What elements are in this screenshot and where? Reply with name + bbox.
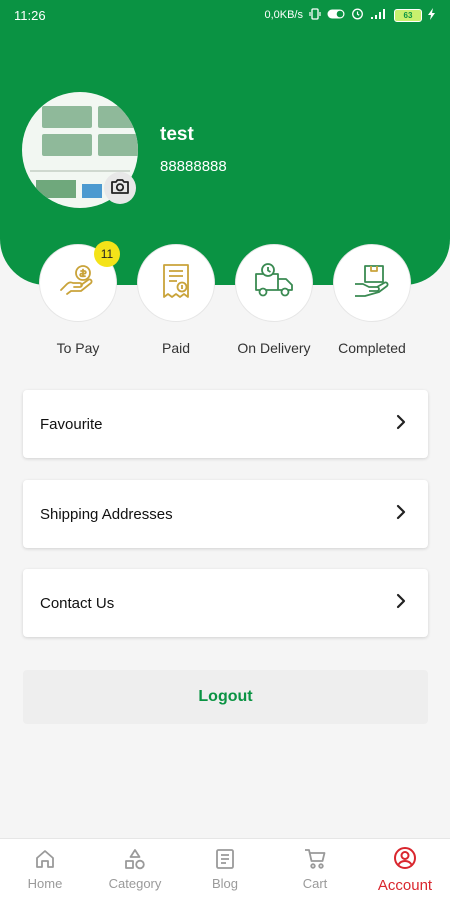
menu-shipping-addresses-label: Shipping Addresses	[40, 505, 173, 523]
avatar-image-tile	[42, 134, 92, 156]
avatar-container	[22, 92, 138, 208]
vibrate-icon	[309, 7, 321, 23]
status-bar: 11:26 0,0KB/s 63	[0, 0, 450, 30]
network-speed: 0,0KB/s	[264, 9, 303, 21]
status-time: 11:26	[14, 7, 46, 23]
order-paid-label: Paid	[161, 340, 191, 356]
nav-home[interactable]: Home	[0, 839, 90, 900]
avatar-image-block	[82, 184, 102, 198]
nav-category[interactable]: Category	[90, 839, 180, 900]
nav-account[interactable]: Account	[360, 839, 450, 900]
alarm-icon	[351, 7, 364, 23]
user-name: test	[160, 124, 194, 145]
nav-cart[interactable]: Cart	[270, 839, 360, 900]
home-icon	[34, 848, 56, 873]
order-on-delivery-label: On Delivery	[237, 340, 311, 356]
order-paid-circle	[137, 244, 215, 322]
truck-icon	[252, 260, 296, 307]
charging-icon	[428, 7, 436, 23]
avatar-image-tile	[98, 106, 138, 128]
order-completed-circle	[333, 244, 411, 322]
cart-icon	[304, 848, 326, 873]
order-on-delivery-circle	[235, 244, 313, 322]
account-icon	[393, 846, 417, 874]
change-photo-button[interactable]	[104, 172, 136, 204]
chevron-right-icon	[396, 414, 406, 434]
order-status-row: 11 To Pay Paid On Delivery Completed	[0, 241, 450, 364]
menu-contact-us[interactable]: Contact Us	[23, 569, 428, 637]
avatar-image-tile	[98, 134, 138, 156]
nav-blog-label: Blog	[211, 876, 239, 891]
order-on-delivery[interactable]: On Delivery	[234, 244, 314, 356]
to-pay-badge: 11	[94, 241, 120, 267]
menu-shipping-addresses[interactable]: Shipping Addresses	[23, 480, 428, 548]
order-completed-label: Completed	[338, 340, 406, 356]
nav-cart-label: Cart	[302, 876, 328, 891]
nav-home-label: Home	[27, 876, 63, 891]
camera-icon	[110, 177, 130, 200]
nav-category-label: Category	[108, 876, 162, 891]
hand-coin-icon	[57, 260, 99, 307]
nav-blog[interactable]: Blog	[180, 839, 270, 900]
menu-favourite[interactable]: Favourite	[23, 390, 428, 458]
order-paid[interactable]: Paid	[136, 244, 216, 356]
order-to-pay-label: To Pay	[56, 340, 100, 356]
chevron-right-icon	[396, 593, 406, 613]
battery-indicator: 63	[394, 8, 422, 22]
menu-favourite-label: Favourite	[40, 415, 103, 433]
order-completed[interactable]: Completed	[332, 244, 412, 356]
category-icon	[124, 848, 146, 873]
status-icons: 0,0KB/s 63	[264, 7, 436, 23]
blog-icon	[214, 848, 236, 873]
box-hand-icon	[351, 260, 393, 307]
receipt-icon	[155, 260, 197, 307]
bottom-nav: Home Category Blog Cart Account	[0, 838, 450, 900]
order-to-pay[interactable]: 11 To Pay	[38, 241, 120, 356]
nav-account-label: Account	[377, 876, 433, 894]
avatar-image-tile	[42, 106, 92, 128]
user-phone: 88888888	[160, 158, 227, 175]
toggle-icon	[327, 9, 345, 22]
order-to-pay-circle: 11	[39, 241, 120, 322]
chevron-right-icon	[396, 504, 406, 524]
signal-icon	[370, 8, 388, 23]
menu-contact-us-label: Contact Us	[40, 594, 115, 612]
logout-button[interactable]: Logout	[23, 670, 428, 724]
avatar-image-block	[36, 180, 76, 198]
